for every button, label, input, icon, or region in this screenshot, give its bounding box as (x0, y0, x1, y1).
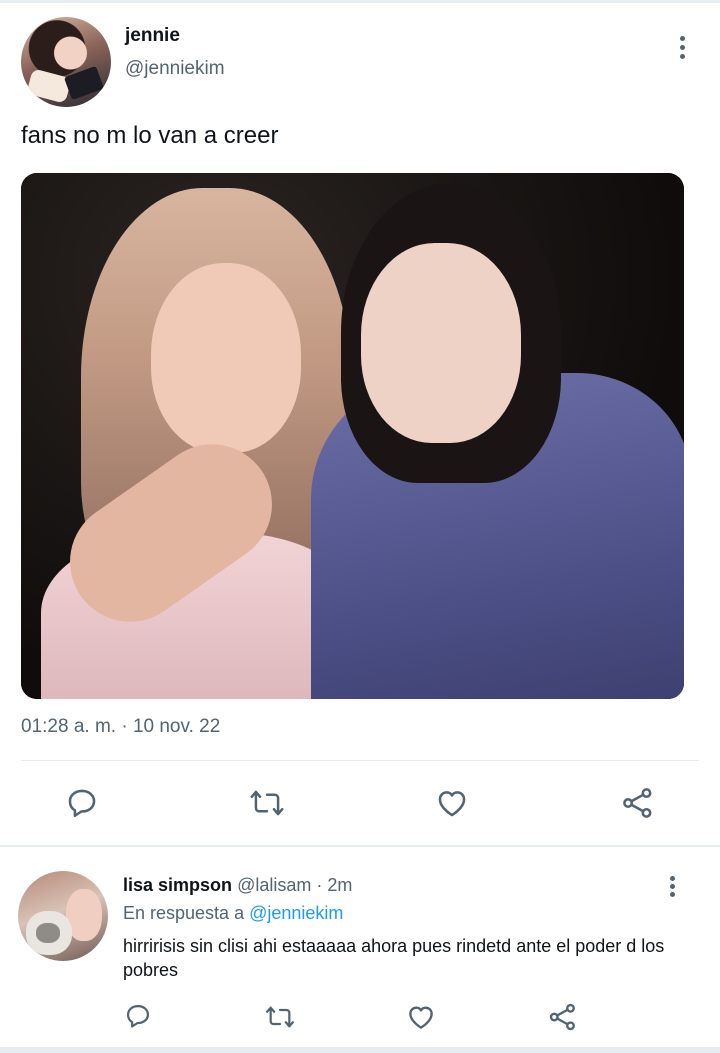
like-icon[interactable] (435, 786, 469, 820)
avatar[interactable] (21, 17, 111, 107)
replying-to-label: En respuesta a (123, 903, 245, 923)
reply-icon[interactable] (65, 786, 99, 820)
retweet-icon[interactable] (249, 786, 285, 820)
top-divider (0, 0, 720, 3)
reply-separator: · (316, 875, 323, 895)
reply-header: lisa simpson @lalisam · 2m (123, 875, 352, 896)
reply-share-icon[interactable] (548, 1002, 578, 1032)
section-separator (0, 845, 720, 847)
tweet-timestamp[interactable]: 01:28 a. m. · 10 nov. 22 (21, 716, 220, 738)
more-options-icon[interactable] (680, 36, 686, 60)
tweet-text: fans no m lo van a creer (21, 122, 279, 149)
replying-to-link[interactable]: @jenniekim (249, 903, 343, 923)
reply-author-handle[interactable]: @lalisam (237, 875, 311, 895)
reply-text: hirririsis sin clisi ahi estaaaaa ahora … (123, 936, 665, 980)
tweet-photo[interactable] (21, 173, 684, 699)
reply-avatar[interactable] (18, 871, 108, 961)
author-handle[interactable]: @jenniekim (125, 58, 225, 80)
reply-like-icon[interactable] (406, 1002, 436, 1032)
reply-time[interactable]: 2m (327, 875, 352, 895)
share-icon[interactable] (620, 786, 656, 820)
reply-more-options-icon[interactable] (670, 876, 676, 900)
reply-retweet-icon[interactable] (264, 1003, 296, 1031)
reply-author-name[interactable]: lisa simpson (123, 875, 232, 895)
divider (21, 760, 699, 761)
replying-to-line: En respuesta a @jenniekim (123, 903, 343, 924)
bottom-divider (0, 1047, 720, 1053)
reply-reply-icon[interactable] (124, 1002, 152, 1030)
author-name[interactable]: jennie (125, 25, 180, 47)
